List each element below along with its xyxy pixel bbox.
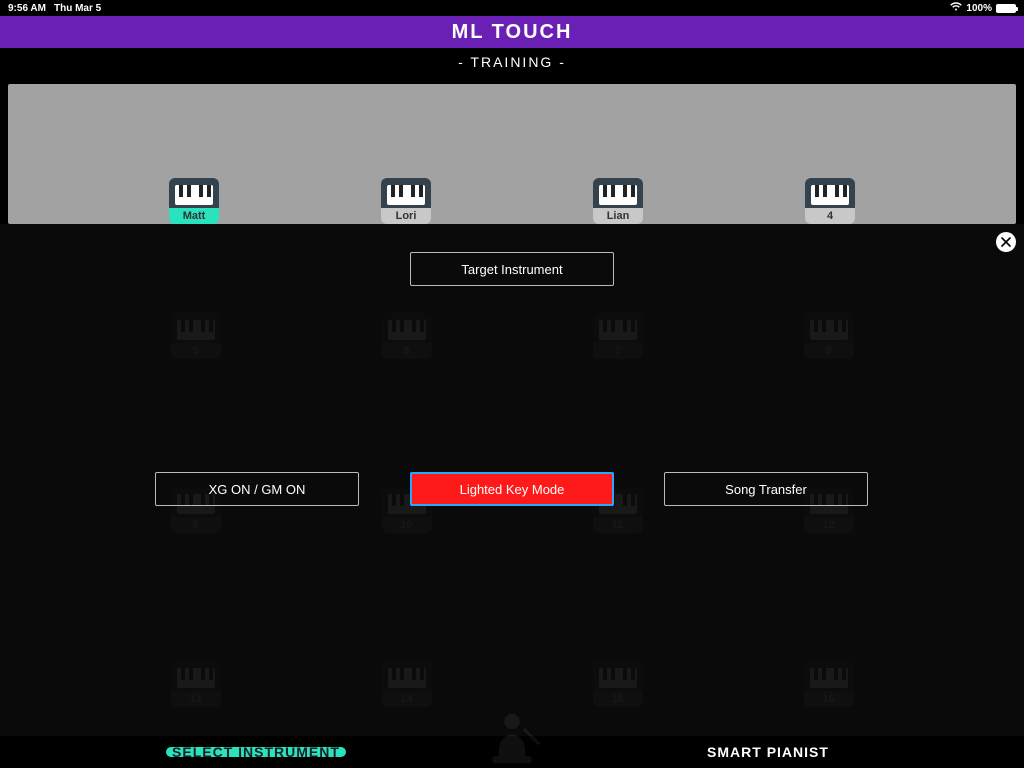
status-time: 9:56 AM <box>8 3 46 14</box>
piano-icon <box>381 178 431 208</box>
button-label: Target Instrument <box>461 262 562 277</box>
tab-select-instrument[interactable]: SELECT INSTRUMENT <box>0 744 512 760</box>
status-bar: 9:56 AM Thu Mar 5 100% <box>0 0 1024 16</box>
tab-smart-pianist[interactable]: SMART PIANIST <box>512 744 1024 760</box>
button-label: Song Transfer <box>725 482 807 497</box>
tab-label: SMART PIANIST <box>707 744 829 760</box>
profile-label: 4 <box>805 208 855 224</box>
status-date: Thu Mar 5 <box>54 3 101 14</box>
app-title: ML TOUCH <box>452 21 573 44</box>
settings-overlay: 5 6 7 8 9 10 11 12 13 14 15 16 Target In… <box>0 224 1024 736</box>
profile-strip: Matt Lori Lian 4 <box>8 84 1016 224</box>
profile-card-lian[interactable]: Lian <box>593 178 643 224</box>
profile-label: Lian <box>593 208 643 224</box>
profile-card-matt[interactable]: Matt <box>169 178 219 224</box>
song-transfer-button[interactable]: Song Transfer <box>664 472 868 506</box>
button-label: Lighted Key Mode <box>460 482 565 497</box>
piano-icon <box>805 178 855 208</box>
profile-card-lori[interactable]: Lori <box>381 178 431 224</box>
battery-percent: 100% <box>966 3 992 14</box>
tab-label: SELECT INSTRUMENT <box>172 744 340 760</box>
piano-icon <box>169 178 219 208</box>
profile-label: Matt <box>169 208 219 224</box>
profile-label: Lori <box>381 208 431 224</box>
profile-card-4[interactable]: 4 <box>805 178 855 224</box>
close-icon <box>1001 237 1011 247</box>
section-title: - TRAINING - <box>458 54 566 70</box>
close-button[interactable] <box>996 232 1016 252</box>
battery-icon <box>996 4 1016 13</box>
section-header: - TRAINING - <box>0 48 1024 76</box>
app-header: ML TOUCH <box>0 16 1024 48</box>
button-label: XG ON / GM ON <box>209 482 306 497</box>
target-instrument-button[interactable]: Target Instrument <box>410 252 614 286</box>
lighted-key-mode-button[interactable]: Lighted Key Mode <box>410 472 614 506</box>
xg-gm-button[interactable]: XG ON / GM ON <box>155 472 359 506</box>
wifi-icon <box>950 2 962 14</box>
main-content: Matt Lori Lian 4 5 6 7 8 9 10 11 12 13 1… <box>0 76 1024 736</box>
piano-icon <box>593 178 643 208</box>
